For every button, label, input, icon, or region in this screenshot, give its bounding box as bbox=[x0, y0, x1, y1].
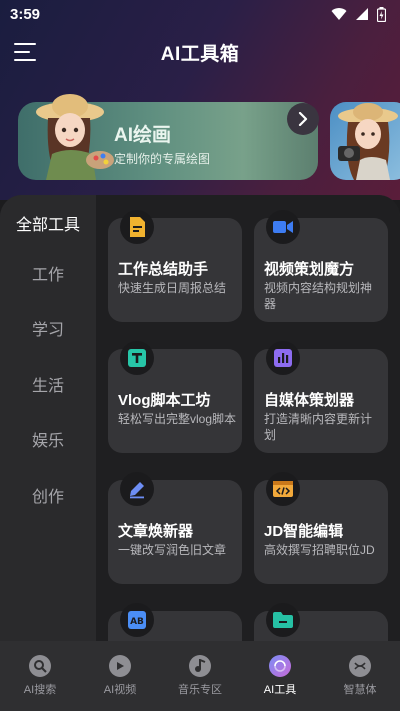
illustration-girl-camera bbox=[338, 103, 398, 180]
tool-card-work-summary[interactable]: 工作总结助手 快速生成日周报总结 bbox=[108, 210, 242, 322]
bar-chart-icon bbox=[266, 341, 300, 375]
tool-card-media-planner[interactable]: 自媒体策划器 打造清晰内容更新计划 bbox=[254, 341, 388, 453]
illustration-girl-painter bbox=[36, 94, 114, 180]
card-description: 打造清晰内容更新计划 bbox=[264, 412, 373, 442]
category-work[interactable]: 工作 bbox=[0, 261, 96, 285]
svg-text:AB: AB bbox=[130, 617, 144, 627]
card-description: 一键改写润色旧文章 bbox=[118, 543, 227, 557]
category-entertainment[interactable]: 娱乐 bbox=[0, 427, 96, 451]
card-description: 快速生成日周报总结 bbox=[118, 281, 227, 295]
category-sidebar: 全部工具 工作 学习 生活 娱乐 创作 bbox=[0, 195, 96, 641]
tab-agent[interactable]: 智慧体 bbox=[320, 641, 400, 711]
page-title: AI工具箱 bbox=[160, 43, 240, 65]
card-title: Vlog脚本工坊 bbox=[118, 392, 211, 409]
tab-ai-search[interactable]: AI搜索 bbox=[0, 641, 80, 711]
banner-carousel: AI绘画 定制你的专属绘图 bbox=[0, 86, 400, 196]
category-all-tools[interactable]: 全部工具 bbox=[0, 211, 96, 235]
tab-label: AI视频 bbox=[103, 684, 137, 696]
chevron-right-icon[interactable] bbox=[287, 103, 319, 135]
tab-label: 音乐专区 bbox=[178, 684, 222, 696]
tab-ai-video[interactable]: AI视频 bbox=[80, 641, 160, 711]
signal-icon bbox=[356, 8, 368, 20]
search-icon bbox=[29, 655, 51, 677]
ab-icon: AB bbox=[120, 603, 154, 637]
folder-icon bbox=[266, 603, 300, 637]
banner-next[interactable] bbox=[330, 102, 400, 180]
document-icon bbox=[120, 210, 154, 244]
tab-label: AI搜索 bbox=[23, 684, 57, 696]
card-title: 自媒体策划器 bbox=[264, 392, 355, 409]
tools-panel: 全部工具 工作 学习 生活 娱乐 创作 工作总结助手 快速生成日周报总结 视频策… bbox=[0, 195, 400, 641]
status-bar: 3:59 bbox=[0, 0, 400, 28]
pen-icon bbox=[120, 472, 154, 506]
card-description: 高效撰写招聘职位JD bbox=[264, 543, 375, 557]
tool-grid: 工作总结助手 快速生成日周报总结 视频策划魔方 视频内容结构规划神器 Vlog脚… bbox=[96, 195, 400, 641]
bottom-tab-bar: AI搜索 AI视频 音乐专区 AI工具 智慧体 bbox=[0, 641, 400, 711]
tab-label: 智慧体 bbox=[343, 684, 377, 696]
banner-subtitle: 定制你的专属绘图 bbox=[114, 152, 211, 166]
text-t-icon bbox=[120, 341, 154, 375]
music-note-icon bbox=[189, 655, 211, 677]
video-camera-icon bbox=[266, 210, 300, 244]
code-icon bbox=[266, 472, 300, 506]
tool-card-vlog-script[interactable]: Vlog脚本工坊 轻松写出完整vlog脚本 bbox=[108, 341, 242, 453]
card-title: JD智能编辑 bbox=[264, 523, 344, 540]
agent-icon bbox=[349, 655, 371, 677]
tab-ai-tools[interactable]: AI工具 bbox=[240, 641, 320, 711]
play-icon bbox=[109, 655, 131, 677]
tab-label: AI工具 bbox=[263, 684, 297, 696]
app-header: AI工具箱 bbox=[0, 34, 400, 70]
tool-card-article-refresh[interactable]: 文章焕新器 一键改写润色旧文章 bbox=[108, 472, 242, 584]
category-study[interactable]: 学习 bbox=[0, 316, 96, 340]
tool-card-partial-right[interactable] bbox=[254, 603, 388, 641]
category-life[interactable]: 生活 bbox=[0, 372, 96, 396]
tab-music[interactable]: 音乐专区 bbox=[160, 641, 240, 711]
card-title: 文章焕新器 bbox=[118, 523, 194, 540]
wifi-icon bbox=[331, 8, 347, 20]
tool-icon bbox=[269, 655, 291, 677]
battery-icon bbox=[377, 6, 386, 22]
status-time: 3:59 bbox=[10, 5, 41, 23]
category-creation[interactable]: 创作 bbox=[0, 483, 96, 507]
tool-card-jd-editor[interactable]: JD智能编辑 高效撰写招聘职位JD bbox=[254, 472, 388, 584]
banner-ai-drawing[interactable]: AI绘画 定制你的专属绘图 bbox=[18, 94, 318, 180]
menu-icon[interactable] bbox=[14, 40, 40, 64]
tool-card-partial-left[interactable]: AB bbox=[108, 603, 242, 641]
card-title: 视频策划魔方 bbox=[264, 261, 355, 278]
banner-title: AI绘画 bbox=[114, 125, 172, 146]
card-description: 视频内容结构规划神器 bbox=[264, 281, 373, 311]
card-description: 轻松写出完整vlog脚本 bbox=[118, 412, 237, 426]
status-icons bbox=[331, 6, 386, 22]
tool-card-video-planning[interactable]: 视频策划魔方 视频内容结构规划神器 bbox=[254, 210, 388, 322]
card-title: 工作总结助手 bbox=[118, 261, 209, 278]
